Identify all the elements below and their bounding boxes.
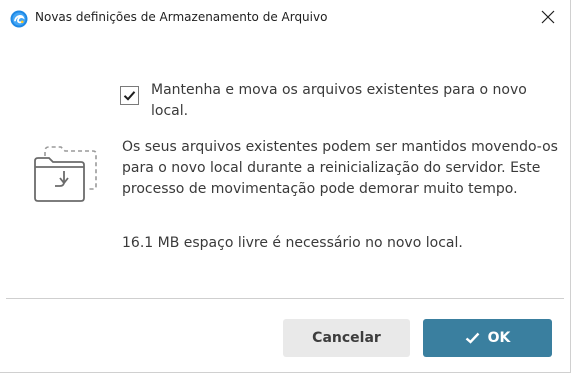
- cancel-button[interactable]: Cancelar: [283, 319, 410, 357]
- keep-move-files-checkbox[interactable]: [120, 86, 139, 105]
- description-text: Os seus arquivos existentes podem ser ma…: [122, 139, 558, 197]
- file-storage-settings-dialog: Novas definições de Armazenamento de Arq…: [0, 0, 571, 373]
- title-bar[interactable]: Novas definições de Armazenamento de Arq…: [0, 0, 570, 36]
- close-button[interactable]: [526, 0, 570, 34]
- footer-divider: [6, 298, 564, 299]
- check-icon: [465, 332, 480, 344]
- keep-move-files-label[interactable]: Mantenha e mova os arquivos existentes p…: [151, 80, 541, 122]
- window-title: Novas definições de Armazenamento de Arq…: [35, 10, 328, 24]
- cancel-button-label: Cancelar: [312, 330, 381, 346]
- app-logo-icon: [10, 10, 28, 28]
- ok-button[interactable]: OK: [423, 319, 552, 357]
- free-space-note: 16.1 MB espaço livre é necessário no nov…: [122, 235, 463, 251]
- ok-button-label: OK: [487, 330, 511, 346]
- close-icon: [541, 10, 555, 24]
- checkmark-icon: [123, 91, 136, 101]
- folder-move-icon: [34, 146, 97, 202]
